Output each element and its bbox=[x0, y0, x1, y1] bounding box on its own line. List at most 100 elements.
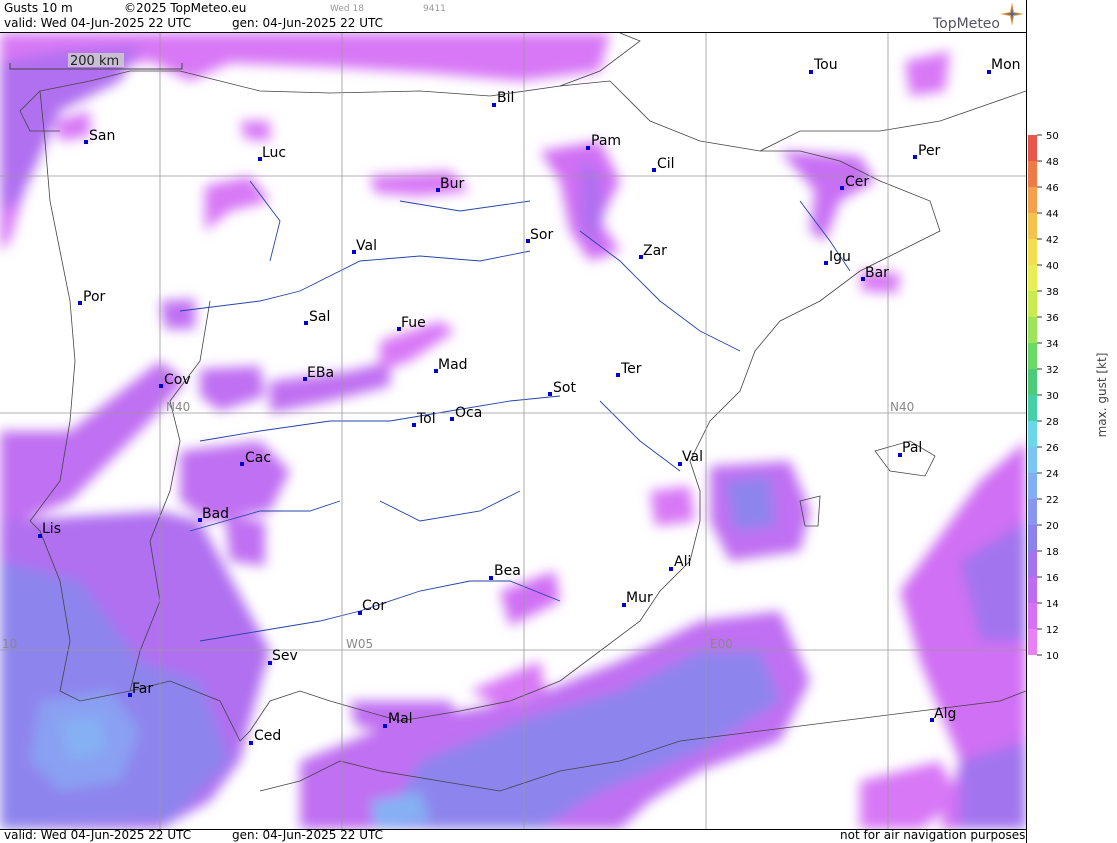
city-val-north: Val bbox=[352, 238, 377, 254]
legend-color-step bbox=[1028, 135, 1037, 161]
legend-tick-label: 20 bbox=[1046, 521, 1059, 532]
legend-tick-label: 16 bbox=[1046, 573, 1059, 584]
grid-label-n40-west: N40 bbox=[166, 400, 190, 414]
svg-text:Cov: Cov bbox=[164, 372, 191, 388]
svg-text:Tou: Tou bbox=[813, 57, 838, 73]
svg-text:Sot: Sot bbox=[553, 380, 576, 396]
grid-label-w05: W05 bbox=[346, 637, 373, 651]
svg-text:Sor: Sor bbox=[530, 227, 553, 243]
city-mur: Mur bbox=[622, 590, 653, 607]
legend-color-step bbox=[1028, 499, 1037, 525]
city-bur: Bur bbox=[436, 176, 464, 192]
svg-text:Fue: Fue bbox=[401, 315, 426, 331]
city-cac: Cac bbox=[240, 450, 271, 466]
city-igu: Igu bbox=[824, 249, 851, 265]
svg-text:Por: Por bbox=[83, 289, 106, 305]
map-title: Gusts 10 m bbox=[4, 1, 73, 15]
svg-text:Mon: Mon bbox=[991, 57, 1021, 73]
legend-tick-label: 50 bbox=[1046, 131, 1059, 142]
run-day: Wed 18 bbox=[330, 4, 364, 14]
legend-tick-label: 48 bbox=[1046, 157, 1059, 168]
generated-time: gen: 04-Jun-2025 22 UTC bbox=[232, 16, 384, 30]
svg-text:Far: Far bbox=[132, 681, 153, 697]
city-mad: Mad bbox=[434, 357, 468, 373]
footer-generated-time: gen: 04-Jun-2025 22 UTC bbox=[232, 828, 384, 842]
svg-text:Luc: Luc bbox=[262, 145, 286, 161]
legend-tick-label: 40 bbox=[1046, 261, 1059, 272]
legend-color-step bbox=[1028, 629, 1037, 655]
city-sot: Sot bbox=[548, 380, 576, 396]
legend-color-step bbox=[1028, 239, 1037, 265]
legend-tick-label: 26 bbox=[1046, 443, 1059, 454]
header: Gusts 10 m ©2025 TopMeteo.eu Wed 18 9411… bbox=[0, 0, 1026, 32]
svg-text:Cer: Cer bbox=[845, 174, 869, 190]
city-ced: Ced bbox=[249, 728, 281, 745]
legend-color-step bbox=[1028, 369, 1037, 395]
svg-text:Ali: Ali bbox=[674, 554, 691, 570]
city-fue: Fue bbox=[397, 315, 426, 331]
city-eba: EBa bbox=[303, 365, 334, 381]
footer: valid: Wed 04-Jun-2025 22 UTC gen: 04-Ju… bbox=[0, 828, 1026, 843]
legend-tick-label: 42 bbox=[1046, 235, 1059, 246]
svg-text:Sal: Sal bbox=[309, 309, 330, 325]
svg-text:Bur: Bur bbox=[440, 176, 464, 192]
city-alg: Alg bbox=[930, 706, 956, 722]
scale-bar-label: 200 km bbox=[70, 54, 119, 69]
city-cor: Cor bbox=[358, 598, 386, 615]
legend-color-step bbox=[1028, 577, 1037, 603]
svg-text:Pam: Pam bbox=[591, 133, 621, 149]
city-sev: Sev bbox=[268, 648, 298, 665]
legend-color-step bbox=[1028, 473, 1037, 499]
legend-tick-label: 46 bbox=[1046, 183, 1059, 194]
legend-color-step bbox=[1028, 447, 1037, 473]
city-bar: Bar bbox=[861, 265, 889, 281]
svg-text:Bad: Bad bbox=[202, 506, 229, 522]
city-lis: Lis bbox=[38, 521, 61, 538]
grid-label-e00: E00 bbox=[710, 637, 733, 651]
legend-color-step bbox=[1028, 291, 1037, 317]
svg-text:Cil: Cil bbox=[657, 156, 675, 172]
city-luc: Luc bbox=[258, 145, 286, 161]
svg-text:Sev: Sev bbox=[272, 648, 298, 664]
city-sor: Sor bbox=[526, 227, 553, 243]
city-por: Por bbox=[78, 289, 106, 305]
svg-text:Ter: Ter bbox=[620, 361, 642, 377]
grid-label-n40-east: N40 bbox=[890, 400, 914, 414]
svg-text:Cor: Cor bbox=[362, 598, 386, 614]
svg-text:Bar: Bar bbox=[865, 265, 889, 281]
svg-text:Alg: Alg bbox=[934, 706, 956, 722]
footer-valid-time: valid: Wed 04-Jun-2025 22 UTC bbox=[4, 828, 192, 842]
svg-text:Zar: Zar bbox=[643, 243, 667, 259]
city-oca: Oca bbox=[450, 405, 482, 421]
map-svg: N40 N40 W05 E00 10 200 km San Bil Tou Mo… bbox=[0, 33, 1026, 829]
legend-color-step bbox=[1028, 265, 1037, 291]
legend-color-step bbox=[1028, 421, 1037, 447]
city-pal: Pal bbox=[898, 440, 922, 457]
gust-map[interactable]: N40 N40 W05 E00 10 200 km San Bil Tou Mo… bbox=[0, 32, 1026, 830]
svg-text:Pal: Pal bbox=[902, 440, 922, 456]
legend-color-step bbox=[1028, 317, 1037, 343]
svg-text:Per: Per bbox=[918, 143, 941, 159]
svg-text:Tol: Tol bbox=[416, 411, 436, 427]
city-cov: Cov bbox=[159, 372, 191, 388]
city-pam: Pam bbox=[586, 133, 621, 150]
city-san: San bbox=[84, 128, 115, 144]
valid-time: valid: Wed 04-Jun-2025 22 UTC bbox=[4, 16, 192, 30]
topmeteo-compass-icon bbox=[1000, 2, 1024, 26]
legend-color-step bbox=[1028, 213, 1037, 239]
legend-tick-label: 34 bbox=[1046, 339, 1059, 350]
svg-text:EBa: EBa bbox=[307, 365, 334, 381]
legend-tick-label: 38 bbox=[1046, 287, 1059, 298]
legend-color-step bbox=[1028, 603, 1037, 629]
legend-tick-label: 32 bbox=[1046, 365, 1059, 376]
svg-text:Igu: Igu bbox=[829, 249, 851, 265]
svg-text:Mal: Mal bbox=[388, 711, 413, 727]
legend-tick-label: 14 bbox=[1046, 599, 1059, 610]
legend-tick-label: 30 bbox=[1046, 391, 1059, 402]
city-per: Per bbox=[913, 143, 941, 159]
city-tou: Tou bbox=[809, 57, 838, 74]
svg-text:Val: Val bbox=[682, 449, 703, 465]
svg-text:Bil: Bil bbox=[497, 90, 514, 106]
svg-text:Val: Val bbox=[356, 238, 377, 254]
city-mon: Mon bbox=[987, 57, 1021, 74]
